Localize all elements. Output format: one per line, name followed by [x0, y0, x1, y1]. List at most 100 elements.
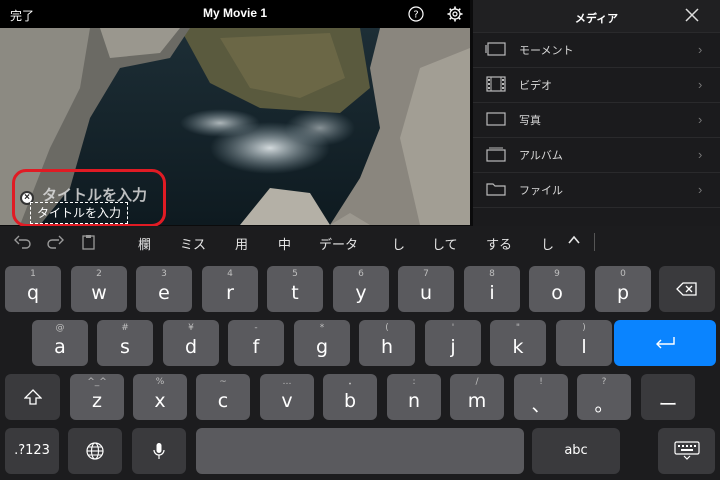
key-secondary-label: 3: [161, 269, 167, 279]
dash-key[interactable]: ー: [641, 374, 695, 420]
media-item-photos[interactable]: 写真 ›: [473, 102, 720, 138]
key-label: m: [467, 390, 487, 412]
key-row2-4[interactable]: * g: [294, 320, 350, 366]
key-secondary-label: ": [515, 323, 521, 333]
project-title: My Movie 1: [202, 6, 268, 20]
shift-key[interactable]: [5, 374, 60, 420]
key-row1-0[interactable]: 1q: [5, 266, 61, 312]
key-secondary-label: ?: [601, 377, 607, 387]
numbers-key[interactable]: .?123: [5, 428, 59, 474]
suggestion-item[interactable]: 用: [235, 234, 248, 253]
key-row1-3[interactable]: 4r: [202, 266, 258, 312]
key-secondary-label: 9: [554, 269, 560, 279]
key-secondary-label: ^_^: [87, 377, 107, 387]
key-row2-6[interactable]: ' j: [425, 320, 481, 366]
suggestion-item[interactable]: ミス: [180, 234, 206, 253]
highlight-annotation: [12, 169, 166, 227]
key-label: u: [419, 282, 433, 304]
media-item-label: アルバム: [519, 149, 563, 162]
software-keyboard: 欄 ミス 用 中 データ し して する し ー .?123 abc 1 q 2…: [0, 226, 720, 480]
media-item-label: ビデオ: [519, 79, 552, 92]
key-row1-9[interactable]: 0p: [595, 266, 651, 312]
key-label: c: [217, 390, 229, 412]
key-row1-5[interactable]: 6y: [333, 266, 389, 312]
key-row2-8[interactable]: ) l: [556, 320, 612, 366]
suggestion-item[interactable]: 欄: [138, 234, 151, 253]
chevron-up-icon[interactable]: [566, 232, 582, 248]
key-secondary-label: #: [121, 323, 129, 333]
key-label: t: [291, 282, 299, 304]
undo-icon[interactable]: [14, 234, 32, 250]
key-label: abc: [564, 443, 588, 458]
suggestion-item[interactable]: し: [541, 234, 554, 253]
key-row1-8[interactable]: 9o: [529, 266, 585, 312]
key-label: y: [355, 282, 367, 304]
key-row2-0[interactable]: @ a: [32, 320, 88, 366]
suggestion-item[interactable]: データ: [319, 234, 358, 253]
paste-icon[interactable]: [80, 234, 98, 250]
key-label: b: [343, 390, 357, 412]
key-label: f: [252, 336, 260, 358]
key-row1-2[interactable]: 3e: [136, 266, 192, 312]
key-row1-1[interactable]: 2w: [71, 266, 127, 312]
globe-key[interactable]: [68, 428, 122, 474]
space-key[interactable]: [196, 428, 524, 474]
suggestion-item[interactable]: 中: [278, 234, 291, 253]
key-label: o: [551, 282, 563, 304]
key-row3-5[interactable]: :n: [387, 374, 441, 420]
media-item-label: モーメント: [519, 44, 574, 57]
key-row2-7[interactable]: " k: [490, 320, 546, 366]
suggestion-item[interactable]: し: [392, 234, 405, 253]
abc-key[interactable]: abc: [532, 428, 620, 474]
chevron-right-icon: ›: [698, 77, 703, 92]
moments-icon: [485, 42, 506, 56]
key-row3-2[interactable]: ~ c: [196, 374, 250, 420]
key-secondary-label: ': [451, 323, 455, 333]
key-secondary-label: 5: [292, 269, 298, 279]
media-item-video[interactable]: ビデオ ›: [473, 67, 720, 103]
suggestion-bar: 欄 ミス 用 中 データ し して する し: [0, 226, 720, 258]
media-item-files[interactable]: ファイル ›: [473, 172, 720, 208]
key-row1-7[interactable]: 8i: [464, 266, 520, 312]
key-row3-7[interactable]: !、: [514, 374, 568, 420]
key-row1-6[interactable]: 7u: [398, 266, 454, 312]
key-row1-4[interactable]: 5t: [267, 266, 323, 312]
backspace-key[interactable]: [659, 266, 715, 312]
key-secondary-label: ¥: [188, 323, 194, 333]
key-label: z: [92, 390, 102, 412]
key-label: a: [54, 336, 66, 358]
chevron-right-icon: ›: [698, 147, 703, 162]
close-icon[interactable]: [685, 8, 699, 22]
chevron-right-icon: ›: [698, 42, 703, 57]
key-row2-3[interactable]: -f: [228, 320, 284, 366]
key-row2-2[interactable]: ¥ d: [163, 320, 219, 366]
key-row3-0[interactable]: ^_^z: [70, 374, 124, 420]
suggestion-item[interactable]: する: [486, 234, 512, 253]
media-item-moments[interactable]: モーメント ›: [473, 32, 720, 68]
key-label: s: [120, 336, 130, 358]
key-row2-1[interactable]: # s: [97, 320, 153, 366]
hide-keyboard-key[interactable]: [658, 428, 715, 474]
key-secondary-label: :: [412, 377, 416, 387]
key-secondary-label: /: [475, 377, 479, 387]
suggestion-item[interactable]: して: [432, 234, 458, 253]
media-item-albums[interactable]: アルバム ›: [473, 137, 720, 173]
key-secondary-label: 2: [96, 269, 102, 279]
key-row3-8[interactable]: ?。: [577, 374, 631, 420]
key-row3-6[interactable]: / m: [450, 374, 504, 420]
key-row3-4[interactable]: ・ b: [323, 374, 377, 420]
key-secondary-label: ): [582, 323, 586, 333]
key-row2-5[interactable]: (h: [359, 320, 415, 366]
photo-icon: [486, 112, 506, 126]
key-row3-3[interactable]: … v: [260, 374, 314, 420]
key-label: l: [581, 336, 587, 358]
key-row3-1[interactable]: % x: [133, 374, 187, 420]
gear-icon[interactable]: [447, 6, 463, 22]
return-key[interactable]: [614, 320, 716, 366]
chevron-right-icon: ›: [698, 182, 703, 197]
redo-icon[interactable]: [46, 234, 64, 250]
key-secondary-label: @: [55, 323, 65, 333]
help-icon[interactable]: ?: [408, 6, 424, 22]
key-label: h: [380, 336, 394, 358]
microphone-key[interactable]: [132, 428, 186, 474]
